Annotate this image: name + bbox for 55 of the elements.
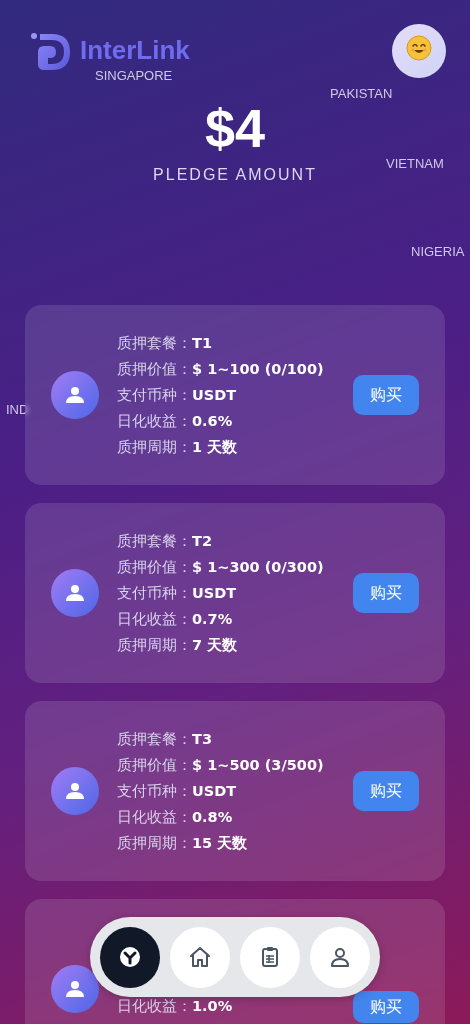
- field-label: 质押套餐：: [117, 730, 192, 749]
- country-label: NIGERIA: [411, 244, 465, 259]
- buy-button[interactable]: 购买: [353, 573, 419, 613]
- field-value: USDT: [192, 386, 237, 405]
- field-label: 支付币种：: [117, 386, 192, 405]
- field-value: $ 1~500 (3/500): [192, 756, 324, 775]
- country-label: VIETNAM: [386, 156, 444, 171]
- field-label: 质押套餐：: [117, 532, 192, 551]
- field-label: 支付币种：: [117, 782, 192, 801]
- field-value: 15 天数: [192, 834, 248, 853]
- user-icon: [328, 945, 352, 969]
- field-label: 质押套餐：: [117, 334, 192, 353]
- field-label: 质押价值：: [117, 558, 192, 577]
- field-value: T2: [192, 532, 212, 551]
- field-value: USDT: [192, 782, 237, 801]
- country-label: SINGAPORE: [95, 68, 173, 83]
- field-value: 1 天数: [192, 438, 238, 457]
- network-icon: [118, 945, 142, 969]
- field-label: 日化收益：: [117, 808, 192, 827]
- user-icon: [51, 569, 99, 617]
- field-label: 质押价值：: [117, 756, 192, 775]
- buy-button[interactable]: 购买: [353, 375, 419, 415]
- field-value: 0.6%: [192, 412, 233, 431]
- field-value: T3: [192, 730, 212, 749]
- avatar-button[interactable]: [392, 24, 446, 78]
- field-value: 0.7%: [192, 610, 233, 629]
- field-label: 日化收益：: [117, 412, 192, 431]
- pledge-amount: $4: [204, 98, 266, 158]
- field-label: 质押周期：: [117, 834, 192, 853]
- user-icon: [51, 371, 99, 419]
- nav-button[interactable]: [310, 926, 370, 988]
- country-label: IND: [6, 402, 29, 417]
- buy-button[interactable]: 购买: [353, 991, 419, 1023]
- field-value: $ 1~300 (0/300): [192, 558, 324, 577]
- field-value: USDT: [192, 584, 237, 603]
- user-icon: [51, 965, 99, 1013]
- nav-button[interactable]: [100, 926, 160, 988]
- home-icon: [188, 945, 212, 969]
- field-label: 支付币种：: [117, 584, 192, 603]
- buy-button[interactable]: 购买: [353, 771, 419, 811]
- logo-text: InterLink: [80, 34, 190, 66]
- field-value: 1.0%: [192, 997, 233, 1016]
- pledge-amount-label: PLEDGE AMOUNT: [153, 166, 317, 184]
- field-label: 日化收益：: [117, 997, 192, 1016]
- field-value: T1: [192, 334, 212, 353]
- country-label: PAKISTAN: [330, 86, 393, 101]
- field-value: $ 1~100 (0/100): [192, 360, 324, 379]
- user-icon: [51, 767, 99, 815]
- field-value: 7 天数: [192, 636, 238, 655]
- field-label: 质押周期：: [117, 438, 192, 457]
- field-value: 0.8%: [192, 808, 233, 827]
- field-label: 质押周期：: [117, 636, 192, 655]
- field-label: 质押价值：: [117, 360, 192, 379]
- smiley-icon: [406, 35, 432, 61]
- field-label: 日化收益：: [117, 610, 192, 629]
